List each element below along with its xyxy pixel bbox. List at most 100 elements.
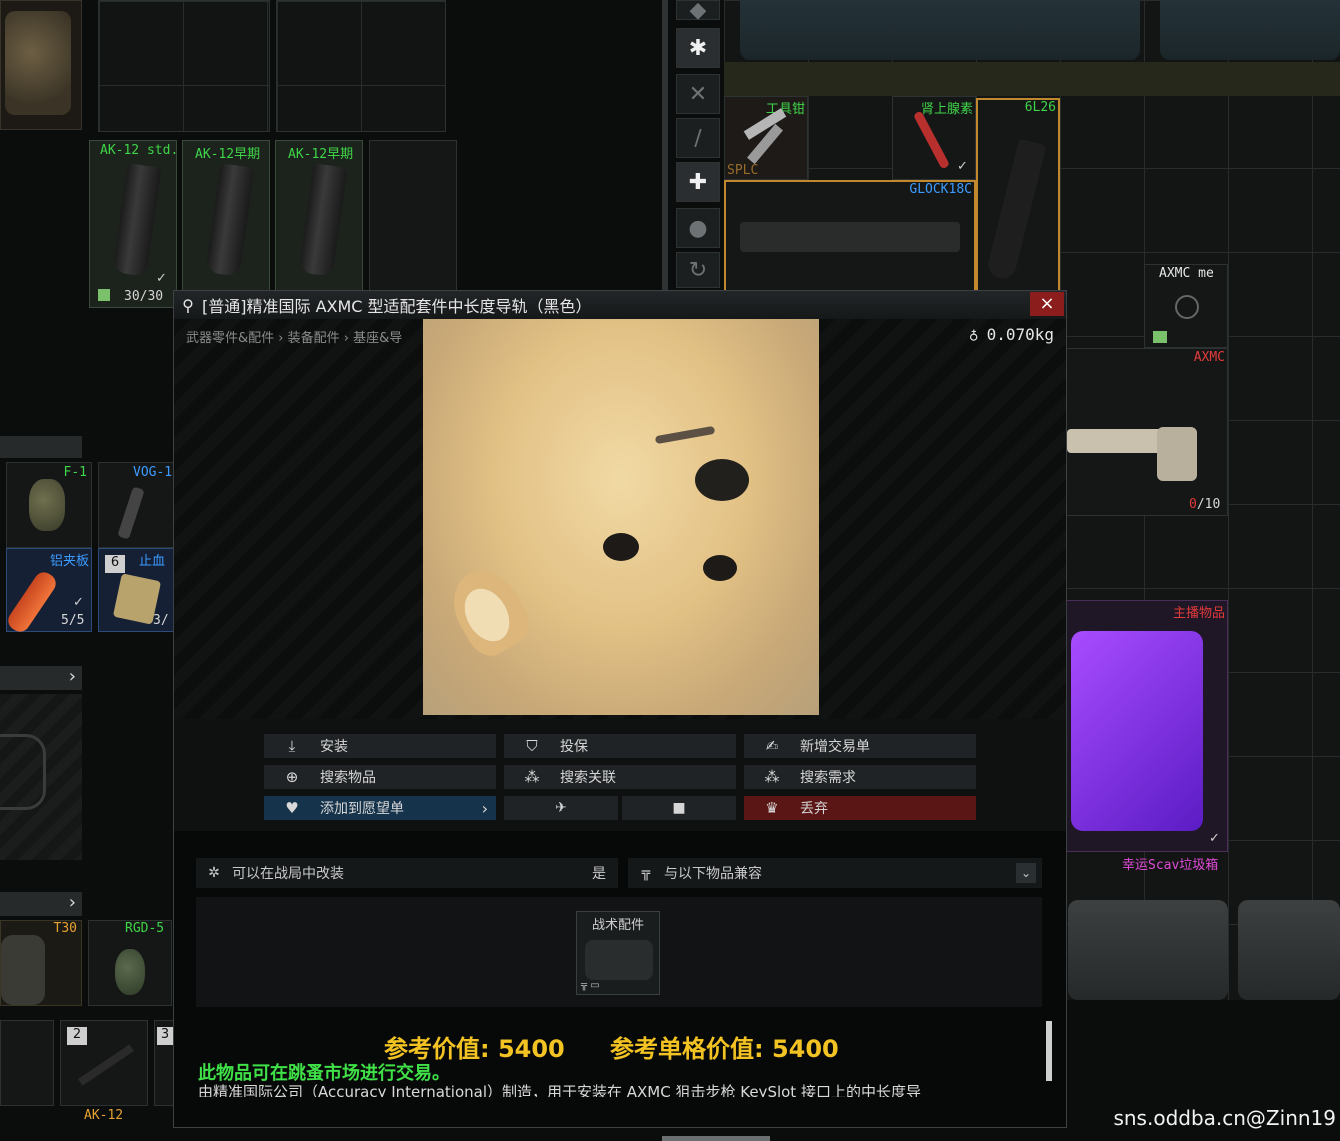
gun-icon: ╦ [641, 865, 651, 881]
backpack-t30[interactable]: T30 [0, 920, 82, 1006]
compatible-row[interactable]: ╦ 与以下物品兼容 ⌄ [628, 858, 1042, 888]
grenade-label: F-1 [63, 465, 87, 480]
item-description: 由精准国际公司（Accuracy International）制造，用于安装在 … [198, 1083, 1038, 1097]
doc-icon [1153, 331, 1167, 343]
item-label: AXMC [1193, 350, 1225, 365]
window-title: [普通]精准国际 AXMC 型适配套件中长度导轨（黑色） [202, 297, 592, 316]
stash-adrenaline[interactable]: 肾上腺素 ✓ [892, 96, 976, 180]
mag-slot-2[interactable]: AK-12早期 [182, 140, 270, 292]
scope-icon [0, 734, 46, 810]
description-text: 由精准国际公司（Accuracy International）制造，用于安装在 … [198, 1083, 921, 1097]
rifle-icon [78, 1044, 134, 1086]
grenade-rgd[interactable]: RGD-5 [88, 920, 172, 1006]
wrench-icon: ✲ [208, 865, 220, 881]
ammo-loaded: 0 [1189, 497, 1197, 512]
magnifier-icon: ⊕ [285, 768, 299, 786]
container-case-top-2[interactable] [1160, 0, 1340, 60]
breadcrumb[interactable]: 武器零件&配件 › 装备配件 › 基座&导 [186, 327, 402, 346]
magazine-icon [205, 163, 255, 277]
stash-axmc-mag[interactable]: AXMC me [1144, 264, 1228, 348]
discard-button[interactable]: ♛ 丢弃 [744, 796, 976, 820]
section-collapse[interactable]: › [0, 892, 82, 916]
pin-button[interactable]: ✈ [504, 796, 618, 820]
side-tab-knife[interactable]: ∕ [676, 118, 720, 158]
button-label: 搜索关联 [560, 770, 616, 786]
slot-label: 战术配件 [591, 918, 644, 933]
check-icon: ✓ [156, 271, 167, 286]
weapon-ak12[interactable]: 2 [60, 1020, 148, 1106]
rig-item[interactable] [0, 0, 82, 130]
side-tab-misc[interactable]: ◆ [676, 0, 720, 23]
empty-slot[interactable] [369, 140, 457, 292]
check-icon: ✓ [957, 159, 968, 174]
magazine-icon [298, 163, 348, 277]
item-label: 主播物品 [1172, 606, 1225, 621]
side-tab-gear[interactable]: ✱ [676, 28, 720, 68]
mag-label: AK-12早期 [195, 147, 261, 162]
grenade-vog[interactable]: VOG-1 [98, 462, 174, 548]
search-need-button[interactable]: ⁂ 搜索需求 [744, 765, 976, 789]
modifiable-row: ✲ 可以在战局中改装 是 [196, 858, 618, 888]
item-tag: SPLC [727, 163, 759, 178]
side-tab-medical[interactable]: ✚ [676, 162, 720, 202]
download-icon: ⤓ [288, 737, 296, 755]
weapon-slot[interactable] [0, 694, 82, 860]
crown-icon: ♛ [765, 799, 779, 817]
chevron-right-icon: › [481, 798, 488, 818]
medical-cross-icon: ✚ [688, 169, 708, 195]
grenade-icon: ● [688, 215, 708, 241]
mag-slot-3[interactable]: AK-12早期 [275, 140, 363, 292]
scav-junk-box[interactable] [1068, 900, 1228, 1000]
compatible-item-slot[interactable]: 战术配件 ╦ ▭ [576, 911, 660, 995]
button-label: 添加到愿望单 [320, 801, 404, 817]
modifiable-value: 是 [592, 866, 606, 882]
lock-button[interactable]: ■ [622, 796, 736, 820]
description-scrollbar[interactable] [1046, 1021, 1052, 1081]
stash-streamer-case[interactable]: 主播物品 ✓ [1066, 600, 1228, 852]
window-title-bar[interactable]: ⚲ [普通]精准国际 AXMC 型适配套件中长度导轨（黑色） × [174, 291, 1066, 320]
stash-6l26[interactable]: 6L26 [976, 98, 1060, 294]
pin-icon: ✈ [555, 800, 567, 816]
container-case-top[interactable] [740, 0, 1140, 60]
item-preview-area: 武器零件&配件 › 装备配件 › 基座&导 ♁ 0.070kg [174, 319, 1066, 719]
install-button[interactable]: ⤓ 安装 [264, 734, 496, 758]
chevron-down-icon[interactable]: ⌄ [1016, 863, 1036, 883]
button-label: 搜索物品 [320, 770, 376, 786]
mag-count: 30/30 [124, 289, 164, 304]
grenade-icon [117, 486, 145, 540]
stash-axmc-rifle[interactable]: AXMC 0/10 [1066, 348, 1228, 516]
empty-slot[interactable] [0, 1020, 54, 1106]
weight-display: ♁ 0.070kg [969, 325, 1054, 344]
hemostat-item[interactable]: 6 止血 3/ [98, 548, 174, 632]
panel-scrollbar[interactable] [662, 0, 668, 290]
weapon-slot-2[interactable]: 3 [154, 1020, 174, 1106]
mag-label: AK-12早期 [288, 147, 354, 162]
grenade-f1[interactable]: F-1 [6, 462, 92, 548]
scav-junk-box-2[interactable] [1238, 900, 1340, 1000]
stash-multitool[interactable]: 工具钳 SPLC [724, 96, 808, 180]
section-collapse[interactable]: › [0, 666, 82, 690]
pistol-icon [740, 222, 960, 252]
button-label: 安装 [320, 739, 348, 755]
side-tab-grenade[interactable]: ● [676, 208, 720, 248]
empty-grid-b [276, 0, 446, 132]
search-related-button[interactable]: ⁂ 搜索关联 [504, 765, 736, 789]
close-button[interactable]: × [1030, 292, 1064, 316]
splint-item[interactable]: 铝夹板 ✓ 5/5 [4, 548, 92, 636]
flea-notice: 此物品可在跳蚤市场进行交易。 [198, 1063, 450, 1084]
item-image [423, 319, 819, 715]
weight-icon: ♁ [968, 325, 979, 344]
doc-icon [98, 289, 110, 301]
hemo-count: 3/ [153, 613, 169, 628]
stash-glock[interactable]: GLOCK18C [724, 180, 976, 294]
search-item-button[interactable]: ⊕ 搜索物品 [264, 765, 496, 789]
dog-nose [695, 459, 749, 501]
side-tab-refresh[interactable]: ↻ [676, 252, 720, 288]
mag-slot-1[interactable]: AK-12 std. ✓ 30/30 [89, 140, 178, 308]
wishlist-button[interactable]: ♥ 添加到愿望单 › [264, 796, 496, 820]
empty-grid-a [98, 0, 270, 132]
insure-button[interactable]: ⛉ 投保 [504, 734, 736, 758]
new-offer-button[interactable]: ✍ 新增交易单 [744, 734, 976, 758]
side-tab-melee[interactable]: ✕ [676, 74, 720, 114]
watermark: sns.oddba.cn@Zinn19 [1113, 1106, 1336, 1130]
